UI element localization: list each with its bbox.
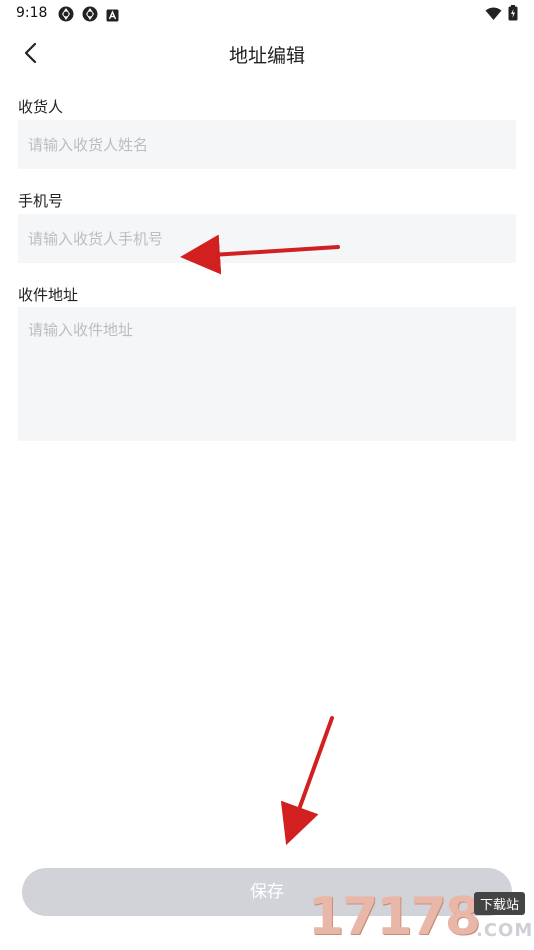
watermark-badge: 下载站 — [474, 892, 526, 915]
site-watermark: 17178 下载站 .COM — [308, 884, 534, 950]
status-time: 9:18 — [16, 5, 48, 21]
battery-icon — [508, 5, 518, 25]
arrow-to-save-button — [280, 716, 334, 846]
status-icons-left — [58, 6, 119, 26]
address-label: 收件地址 — [18, 286, 79, 304]
address-edit-page: 9:18 地址编辑 收货人 手机 — [0, 0, 534, 950]
recipient-name-input[interactable] — [18, 120, 516, 169]
phone-input[interactable] — [18, 214, 516, 263]
status-bar: 9:18 — [0, 0, 534, 28]
app-icon — [58, 6, 74, 26]
a-badge-icon — [106, 7, 119, 26]
page-title: 地址编辑 — [228, 45, 305, 67]
status-icons-right — [485, 5, 518, 25]
wifi-icon — [485, 6, 502, 25]
address-textarea[interactable] — [18, 307, 516, 441]
phone-label: 手机号 — [18, 192, 64, 210]
recipient-name-label: 收货人 — [18, 98, 64, 116]
app-icon — [82, 6, 98, 26]
header: 地址编辑 — [0, 28, 534, 78]
watermark-digits: 17178 — [308, 887, 481, 947]
watermark-suffix: .COM — [476, 920, 534, 941]
